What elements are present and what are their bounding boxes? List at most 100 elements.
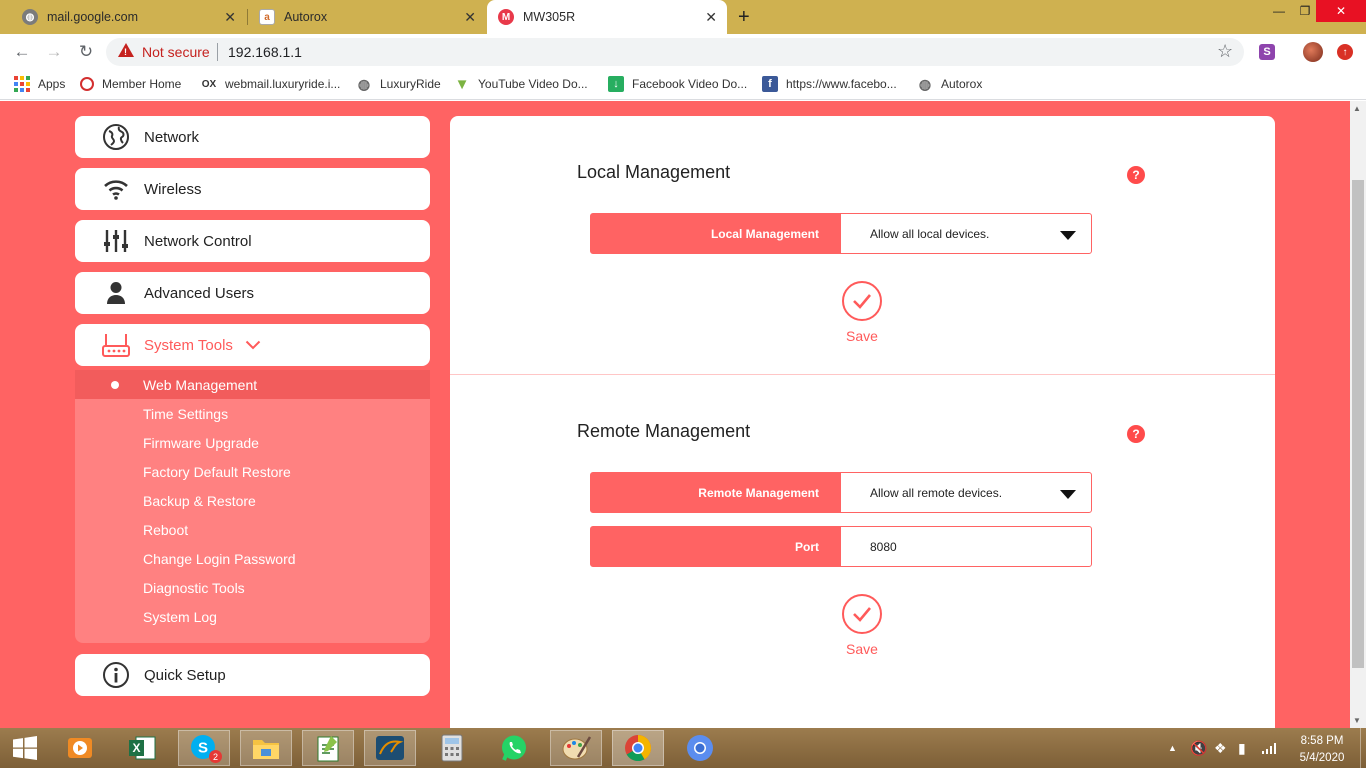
content-card: [450, 116, 1275, 756]
sidebar-item-network-control[interactable]: Network Control: [75, 220, 430, 262]
tray-expand-icon[interactable]: ▲: [1168, 728, 1177, 768]
local-management-select[interactable]: Local Management Allow all local devices…: [590, 213, 1092, 254]
help-icon[interactable]: ?: [1127, 425, 1145, 443]
excel-icon[interactable]: X: [116, 730, 168, 766]
submenu-item-diagnostic-tools[interactable]: Diagnostic Tools: [75, 573, 430, 602]
submenu-item-web-management[interactable]: Web Management: [75, 370, 430, 399]
bookmark-label: Autorox: [941, 77, 983, 91]
battery-icon[interactable]: ▮: [1238, 728, 1246, 768]
taskbar-clock[interactable]: 8:58 PM 5/4/2020: [1298, 733, 1346, 767]
help-icon[interactable]: ?: [1127, 166, 1145, 184]
sidebar-item-network[interactable]: Network: [75, 116, 430, 158]
media-player-icon[interactable]: [54, 730, 106, 766]
new-tab-plus-icon[interactable]: +: [738, 6, 750, 29]
bookmark-member-home[interactable]: Member Home: [80, 70, 181, 98]
submenu-item-reboot[interactable]: Reboot: [75, 515, 430, 544]
sidebar-item-label: System Tools: [144, 336, 233, 354]
submenu-item-change-login-password[interactable]: Change Login Password: [75, 544, 430, 573]
tab-autorox[interactable]: a Autorox ✕: [250, 0, 486, 34]
whatsapp-icon[interactable]: [488, 730, 540, 766]
port-input[interactable]: 8080: [841, 527, 1091, 566]
chrome-icon[interactable]: [612, 730, 664, 766]
close-icon[interactable]: ✕: [464, 9, 476, 26]
star-icon[interactable]: ☆: [1217, 41, 1233, 62]
info-icon: [101, 660, 131, 690]
remote-management-select[interactable]: Remote Management Allow all remote devic…: [590, 472, 1092, 513]
clock-time: 8:58 PM: [1300, 735, 1344, 747]
sidebar-item-advanced-users[interactable]: Advanced Users: [75, 272, 430, 314]
show-desktop-button[interactable]: [1360, 728, 1366, 768]
facebook-icon: f: [762, 76, 778, 92]
bookmark-youtube-downloader[interactable]: ▼ YouTube Video Do...: [454, 70, 588, 98]
submenu-item-firmware-upgrade[interactable]: Firmware Upgrade: [75, 428, 430, 457]
reload-icon[interactable]: ↻: [75, 41, 97, 63]
save-button[interactable]: Save: [822, 281, 902, 344]
globe-icon: [101, 122, 131, 152]
sidebar-item-quick-setup[interactable]: Quick Setup: [75, 654, 430, 696]
bookmark-apps[interactable]: Apps: [14, 70, 65, 98]
windows-start-icon[interactable]: [0, 730, 50, 766]
avatar[interactable]: [1303, 42, 1323, 62]
tab-gmail[interactable]: ◍ mail.google.com ✕: [12, 0, 246, 34]
globe-icon: ◍: [918, 75, 932, 92]
submenu-item-label: Time Settings: [143, 405, 229, 422]
scroll-down-arrow-icon[interactable]: ▼: [1353, 716, 1361, 725]
dropbox-icon[interactable]: ❖: [1214, 728, 1227, 768]
save-label: Save: [846, 328, 878, 344]
sidebar-item-label: Wireless: [144, 180, 202, 198]
extension-s-icon[interactable]: S: [1259, 44, 1275, 60]
submenu-item-label: Web Management: [143, 376, 258, 393]
window-close-icon[interactable]: ✕: [1316, 0, 1366, 22]
notification-badge: 2: [209, 750, 222, 763]
update-icon[interactable]: ↑: [1337, 44, 1353, 60]
bookmark-webmail[interactable]: OX webmail.luxuryride.i...: [201, 70, 341, 98]
port-field[interactable]: Port 8080: [590, 526, 1092, 567]
url-text[interactable]: 192.168.1.1: [228, 44, 302, 60]
bookmark-label: webmail.luxuryride.i...: [225, 77, 341, 91]
submenu-item-label: Factory Default Restore: [143, 463, 291, 480]
chrome-alt-icon[interactable]: [674, 730, 726, 766]
submenu-item-system-log[interactable]: System Log: [75, 602, 430, 631]
autorox-icon: a: [259, 9, 275, 25]
scroll-up-arrow-icon[interactable]: ▲: [1353, 104, 1361, 113]
bookmark-facebook[interactable]: f https://www.facebo...: [762, 70, 897, 98]
bookmark-label: LuxuryRide: [380, 77, 441, 91]
security-label[interactable]: Not secure: [142, 44, 210, 60]
forward-arrow-icon[interactable]: →: [43, 41, 65, 63]
submenu-item-backup-restore[interactable]: Backup & Restore: [75, 486, 430, 515]
tab-mw305r[interactable]: M MW305R ✕: [487, 0, 727, 34]
select-value[interactable]: Allow all remote devices.: [841, 473, 1091, 512]
sidebar-item-wireless[interactable]: Wireless: [75, 168, 430, 210]
apps-grid-icon: [14, 76, 30, 92]
mercusys-icon: M: [498, 9, 514, 25]
skype-icon[interactable]: S 2: [178, 730, 230, 766]
back-arrow-icon[interactable]: ←: [11, 41, 33, 63]
close-icon[interactable]: ✕: [705, 9, 717, 26]
bookmark-autorox[interactable]: ◍ Autorox: [917, 70, 982, 98]
calculator-icon[interactable]: [426, 730, 478, 766]
paint-icon[interactable]: [550, 730, 602, 766]
sidebar-item-label: Network: [144, 128, 200, 146]
notepad-plus-icon[interactable]: [302, 730, 354, 766]
check-icon: [842, 281, 882, 321]
close-icon[interactable]: ✕: [224, 9, 236, 26]
select-value[interactable]: Allow all local devices.: [841, 214, 1091, 253]
submenu-item-label: Reboot: [143, 521, 189, 538]
bookmark-label: Facebook Video Do...: [632, 77, 748, 91]
submenu-item-time-settings[interactable]: Time Settings: [75, 399, 430, 428]
volume-muted-icon[interactable]: 🔇: [1190, 728, 1207, 768]
bookmark-facebook-downloader[interactable]: ↓ Facebook Video Do...: [608, 70, 747, 98]
save-label: Save: [846, 641, 878, 657]
save-button[interactable]: Save: [822, 594, 902, 657]
check-icon: [842, 594, 882, 634]
select-text: Allow all local devices.: [870, 226, 990, 241]
file-explorer-icon[interactable]: [240, 730, 292, 766]
clock-date: 5/4/2020: [1299, 752, 1345, 764]
bookmark-luxuryride[interactable]: ◍ LuxuryRide: [356, 70, 441, 98]
scrollbar-thumb[interactable]: [1352, 180, 1364, 668]
mysql-workbench-icon[interactable]: [364, 730, 416, 766]
submenu-item-factory-default-restore[interactable]: Factory Default Restore: [75, 457, 430, 486]
sidebar-item-system-tools[interactable]: System Tools: [75, 324, 430, 366]
selected-dot-icon: [111, 381, 119, 389]
signal-icon[interactable]: [1262, 728, 1278, 768]
